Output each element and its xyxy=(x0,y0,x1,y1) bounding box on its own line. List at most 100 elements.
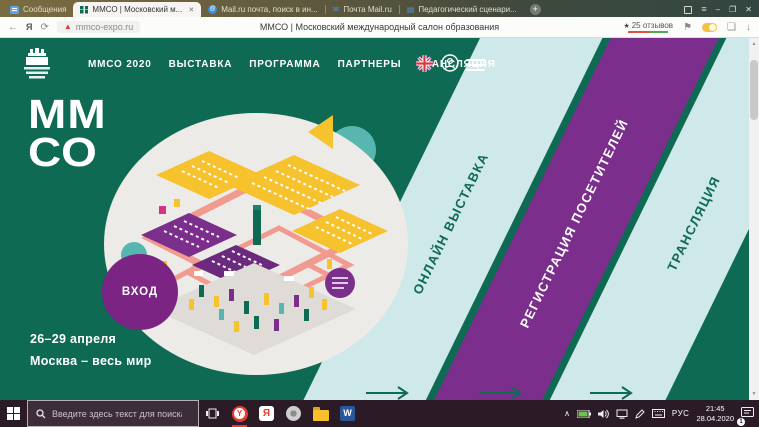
task-view-button[interactable] xyxy=(199,400,226,427)
tab-close-icon[interactable]: ✕ xyxy=(188,6,194,14)
hamburger-menu-icon[interactable] xyxy=(466,59,485,74)
site-header: ММСО 2020 ВЫСТАВКА ПРОГРАММА ПАРТНЕРЫ ТР… xyxy=(0,44,759,84)
main-nav: ММСО 2020 ВЫСТАВКА ПРОГРАММА ПАРТНЕРЫ ТР… xyxy=(88,59,496,70)
mmco-logo: ММ СО xyxy=(28,96,107,171)
event-dates-block: 26–29 апреля Москва – весь мир xyxy=(30,332,152,368)
language-flag-icon[interactable] xyxy=(416,55,433,72)
insecure-warning-icon: ▲ xyxy=(64,22,72,32)
tab-pedagogical-doc[interactable]: ▤ Педагогический сценари... xyxy=(400,2,524,17)
event-location: Москва – весь мир xyxy=(30,354,152,368)
tab-mailru-mail[interactable]: ✉ Почта Mail.ru xyxy=(326,2,399,17)
document-icon: ▤ xyxy=(407,5,415,14)
scrollbar-down-icon[interactable]: ▼ xyxy=(749,391,759,397)
protect-toggle-icon[interactable] xyxy=(702,23,717,32)
banner-arrow-icon xyxy=(364,386,412,400)
taskbar-app-yandex[interactable]: Я xyxy=(253,400,280,427)
back-icon[interactable]: ← xyxy=(8,22,18,33)
network-icon[interactable] xyxy=(616,409,628,419)
browser-menu-icon[interactable]: ≡ xyxy=(701,4,706,15)
taskbar-app-yandex-browser[interactable]: Y xyxy=(226,400,253,427)
mailru-at-icon: @ xyxy=(208,5,217,14)
tab-label: ММСО | Московский м... xyxy=(92,5,182,14)
tabbar-controls: ≡ – ❐ ✕ xyxy=(684,4,759,17)
taskbar-search[interactable] xyxy=(27,400,199,427)
taskbar-app-explorer[interactable] xyxy=(307,400,334,427)
banner-label: ТРАНСЛЯЦИЯ xyxy=(664,173,723,273)
taskbar-app-word[interactable]: W xyxy=(334,400,361,427)
tab-mailru-search[interactable]: @ Mail.ru почта, поиск в ин... xyxy=(201,2,324,17)
page-scrollbar[interactable]: ▲ ▼ xyxy=(749,38,759,400)
notification-icon xyxy=(741,407,754,418)
nav-item-partners[interactable]: ПАРТНЕРЫ xyxy=(338,59,402,70)
screen: Сообщения ММСО | Московский м... ✕ @ Mai… xyxy=(0,0,759,427)
reviews-rating-bar xyxy=(628,31,668,33)
task-view-icon xyxy=(206,408,219,419)
tab-label: Почта Mail.ru xyxy=(343,5,391,14)
folder-icon xyxy=(313,410,329,421)
refresh-icon[interactable]: ⟳ xyxy=(40,22,48,33)
site-reviews[interactable]: ★ 25 отзывов xyxy=(623,21,673,33)
event-dates: 26–29 апреля xyxy=(30,332,152,346)
exhibition-map-circle xyxy=(104,113,408,375)
mmco-logo-line2: СО xyxy=(28,134,107,172)
url-text: mmco-expo.ru xyxy=(76,22,134,32)
banner-label: ОНЛАЙН ВЫСТАВКА xyxy=(410,150,492,297)
yandex-search-icon[interactable]: Я xyxy=(26,22,32,32)
nav-item-mmco-2020[interactable]: ММСО 2020 xyxy=(88,59,152,70)
action-center-button[interactable]: 1 xyxy=(741,405,754,423)
search-icon xyxy=(36,409,46,419)
yandex-browser-icon: Y xyxy=(232,406,248,422)
system-tray: ∧ РУС 21:45 xyxy=(564,400,759,427)
word-icon: W xyxy=(340,406,355,421)
nav-item-program[interactable]: ПРОГРАММА xyxy=(249,59,320,70)
tab-label: Mail.ru почта, поиск в ин... xyxy=(221,5,317,14)
scrollbar-thumb[interactable] xyxy=(750,60,758,120)
pen-icon[interactable] xyxy=(635,409,645,419)
minimize-button[interactable]: – xyxy=(716,4,720,15)
url-field[interactable]: ▲ mmco-expo.ru xyxy=(57,21,140,33)
page-title: ММСО | Московский международный салон об… xyxy=(260,22,499,32)
volume-icon[interactable] xyxy=(598,409,609,419)
date: 28.04.2020 xyxy=(696,414,734,423)
hidden-icons-chevron[interactable]: ∧ xyxy=(564,409,570,418)
envelope-icon: ✉ xyxy=(333,5,340,14)
nav-item-exhibition[interactable]: ВЫСТАВКА xyxy=(169,59,233,70)
browser-tab-bar: Сообщения ММСО | Московский м... ✕ @ Mai… xyxy=(0,0,759,17)
close-button[interactable]: ✕ xyxy=(745,4,752,15)
taskbar-app-round-grey[interactable] xyxy=(280,400,307,427)
notification-badge: 1 xyxy=(737,418,745,426)
tab-groups-icon[interactable]: ❏ xyxy=(727,22,736,33)
touch-keyboard-icon[interactable] xyxy=(652,409,665,418)
addressbar-actions: ★ 25 отзывов ⚑ ❏ ↓ xyxy=(623,21,751,33)
clock[interactable]: 21:45 28.04.2020 xyxy=(696,404,734,423)
government-emblem xyxy=(18,47,56,83)
bookmark-icon[interactable]: ⚑ xyxy=(683,22,692,33)
banner-arrow-icon xyxy=(588,386,636,400)
downloads-icon[interactable]: ↓ xyxy=(746,22,751,33)
webpage-viewport: ОНЛАЙН ВЫСТАВКА РЕГИСТРАЦИЯ ПОСЕТИТЕЛЕЙ … xyxy=(0,38,759,400)
search-input[interactable] xyxy=(52,409,182,419)
tab-mmco-active[interactable]: ММСО | Московский м... ✕ xyxy=(73,2,201,17)
grey-circle-app-icon xyxy=(286,406,301,421)
reviews-count: 25 отзывов xyxy=(632,21,673,30)
time: 21:45 xyxy=(696,404,734,413)
start-button[interactable] xyxy=(0,400,27,427)
new-tab-button[interactable]: + xyxy=(530,4,541,15)
yellow-arrow-shape xyxy=(308,115,333,149)
scrollbar-up-icon[interactable]: ▲ xyxy=(749,41,759,47)
exhibition-map xyxy=(104,113,408,375)
windows-taskbar: Y Я W ∧ xyxy=(0,400,759,427)
windows-logo-icon xyxy=(7,407,20,420)
yandex-icon: Я xyxy=(259,406,274,421)
browser-panel-icon[interactable] xyxy=(684,6,692,14)
tab-label: Сообщения xyxy=(23,5,66,14)
tab-label: Педагогический сценари... xyxy=(418,5,516,14)
enter-button[interactable]: ВХОД xyxy=(102,254,178,330)
tab-messages[interactable]: Сообщения xyxy=(3,2,73,17)
language-indicator[interactable]: РУС xyxy=(672,409,690,418)
battery-icon[interactable] xyxy=(577,410,591,418)
address-bar: ← Я ⟳ ▲ mmco-expo.ru ММСО | Московский м… xyxy=(0,17,759,38)
restore-button[interactable]: ❐ xyxy=(729,4,736,15)
account-icon[interactable] xyxy=(441,54,459,72)
chat-icon xyxy=(10,6,19,14)
